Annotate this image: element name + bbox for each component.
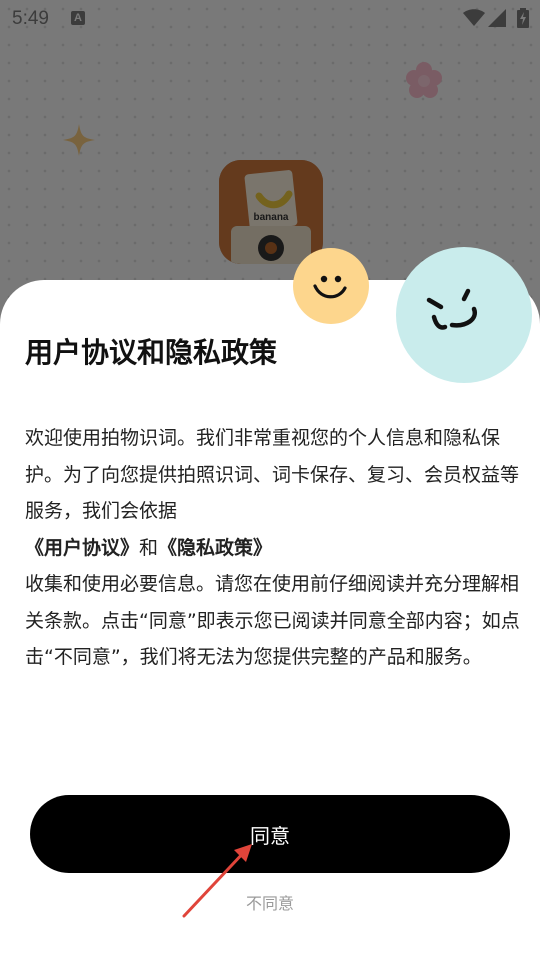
privacy-policy-link[interactable]: 《隐私政策》 <box>158 537 272 559</box>
smile-face-icon <box>293 248 369 324</box>
and-text: 和 <box>139 536 159 559</box>
agree-button[interactable]: 同意 <box>30 795 510 873</box>
wink-face-icon <box>396 247 532 383</box>
signal-icon <box>488 9 506 27</box>
wifi-icon <box>463 9 485 26</box>
battery-charging-icon <box>517 8 529 28</box>
notification-badge: A <box>71 11 85 25</box>
status-time: 5:49 <box>12 8 49 29</box>
user-agreement-link[interactable]: 《用户协议》 <box>25 537 139 559</box>
dialog-title: 用户协议和隐私政策 <box>25 336 278 369</box>
agreement-paragraph-1: 欢迎使用拍物识词。我们非常重视您的个人信息和隐私保护。为了向您提供拍照识词、词卡… <box>25 427 520 522</box>
agreement-paragraph-2: 收集和使用必要信息。请您在使用前仔细阅读并充分理解相关条款。点击“同意”即表示您… <box>25 573 520 668</box>
disagree-button[interactable]: 不同意 <box>0 890 540 914</box>
agreement-text: 欢迎使用拍物识词。我们非常重视您的个人信息和隐私保护。为了向您提供拍照识词、词卡… <box>25 420 525 676</box>
status-bar: 5:49 A <box>0 0 540 36</box>
